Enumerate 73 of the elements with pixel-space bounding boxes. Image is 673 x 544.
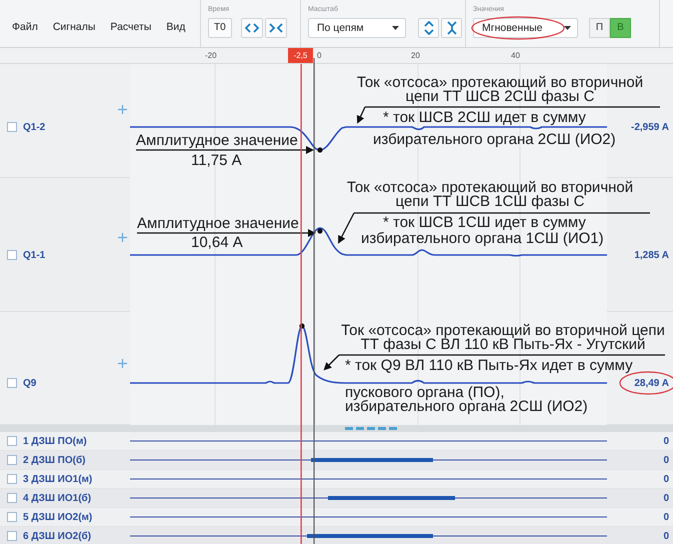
toggle-button[interactable]: П	[589, 18, 610, 38]
channel-name: 3 ДЗШ ИО1(м)	[23, 474, 92, 484]
annotation-text: Ток «отсоса» протекающий во вторичной цепи ТТ ШСВ 1СШ фазы С	[346, 181, 634, 209]
channel-name: 2 ДЗШ ПО(б)	[23, 454, 86, 466]
annotation-text: * ток ШСВ 2СШ идет в сумму	[383, 110, 586, 126]
annotation-text: Амплитудное значение	[137, 216, 299, 232]
channel-name: Q1-1	[23, 250, 46, 260]
channel-value: -2,959 A	[631, 122, 669, 132]
splitter-handle[interactable]	[345, 427, 397, 430]
annotation-text: избирательного органа 2СШ (ИО2)	[373, 132, 616, 148]
collapse-button[interactable]	[264, 18, 287, 38]
channel-name: 4 ДЗШ ИО1(б)	[23, 492, 92, 504]
marker-dot	[317, 147, 323, 153]
checkbox[interactable]	[7, 474, 17, 484]
checkbox[interactable]	[7, 455, 17, 465]
plus-icon[interactable]	[118, 233, 127, 242]
caret-icon	[392, 26, 399, 30]
plus-icon[interactable]	[118, 105, 127, 114]
marker-dot	[317, 228, 323, 234]
annotation-text: * ток ШСВ 1СШ идет в сумму	[383, 215, 586, 231]
plus-icon[interactable]	[118, 359, 127, 368]
channel-value: 1,285 A	[634, 250, 669, 260]
annotation-text: Ток «отсоса» протекающий во вторичной цепи ТТ ШСВ 2СШ фазы С	[356, 76, 644, 104]
channel-name: 1 ДЗШ ПО(м)	[23, 436, 87, 446]
checkbox[interactable]	[7, 493, 17, 503]
tick-label: -20	[205, 51, 217, 60]
tick-label: 0	[317, 51, 322, 60]
tick-label: 20	[411, 51, 420, 60]
chevrons-inward-icon	[268, 22, 283, 32]
annotation-text: Амплитудное значение	[136, 133, 298, 149]
channel-value: 0	[663, 492, 669, 504]
t0-button[interactable]: T0	[208, 18, 232, 38]
checkbox[interactable]	[7, 250, 17, 260]
channel-value: 0	[663, 530, 669, 542]
chevrons-outward-icon	[244, 22, 259, 32]
callout-arrow	[356, 106, 366, 124]
cursor-badge[interactable]: -2,5	[288, 48, 313, 63]
checkbox[interactable]	[7, 378, 17, 388]
channel-name: 6 ДЗШ ИО2(б)	[23, 530, 92, 542]
chevrons-converge-icon	[446, 20, 456, 34]
channel-value: 28,49 A	[634, 378, 669, 388]
menu-item[interactable]: Сигналы	[52, 20, 96, 32]
menu-item[interactable]: Вид	[166, 20, 186, 32]
annotation-text: 11,75 А	[191, 153, 242, 169]
annotation-text: * ток Q9 ВЛ 110 кВ Пыть-Ях идет в сумму	[345, 358, 633, 374]
annotation-text: избирательного органа 2СШ (ИО2)	[345, 400, 588, 414]
channel-name: Q1-2	[23, 122, 46, 132]
channel-value: 0	[663, 474, 669, 484]
annotation-text: 10,64 А	[191, 235, 243, 251]
channel-value: 0	[663, 454, 669, 466]
annotation-text: пускового органа (ПО),	[345, 386, 504, 400]
stretch-button[interactable]	[418, 18, 439, 38]
menu-item[interactable]: Расчеты	[110, 20, 152, 32]
channel-value: 0	[663, 436, 669, 446]
channel-name: Q9	[23, 378, 36, 388]
chevrons-vertical-icon	[424, 20, 434, 34]
checkbox[interactable]	[7, 512, 17, 522]
callout-arrow	[324, 354, 340, 370]
checkbox[interactable]	[7, 122, 17, 132]
dropdown[interactable]: Мгновенные	[473, 18, 578, 38]
annotation-text: избирательного органа 1СШ (ИО1)	[361, 231, 604, 247]
squeeze-button[interactable]	[441, 18, 462, 38]
dropdown[interactable]: По цепям	[308, 18, 406, 38]
checkbox[interactable]	[7, 436, 17, 446]
menu-item[interactable]: Файл	[12, 20, 38, 32]
checkbox[interactable]	[7, 531, 17, 541]
channel-name: 5 ДЗШ ИО2(м)	[23, 512, 92, 522]
caret-icon	[564, 26, 571, 30]
expand-button[interactable]	[240, 18, 263, 38]
callout-arrow	[338, 212, 355, 244]
channel-value: 0	[663, 512, 669, 522]
tick-label: 40	[511, 51, 520, 60]
annotation-text: Ток «отсоса» протекающий во вторичной цепи ТТ фазы С ВЛ 110 кВ Пыть-Ях - Угутский	[340, 324, 666, 352]
